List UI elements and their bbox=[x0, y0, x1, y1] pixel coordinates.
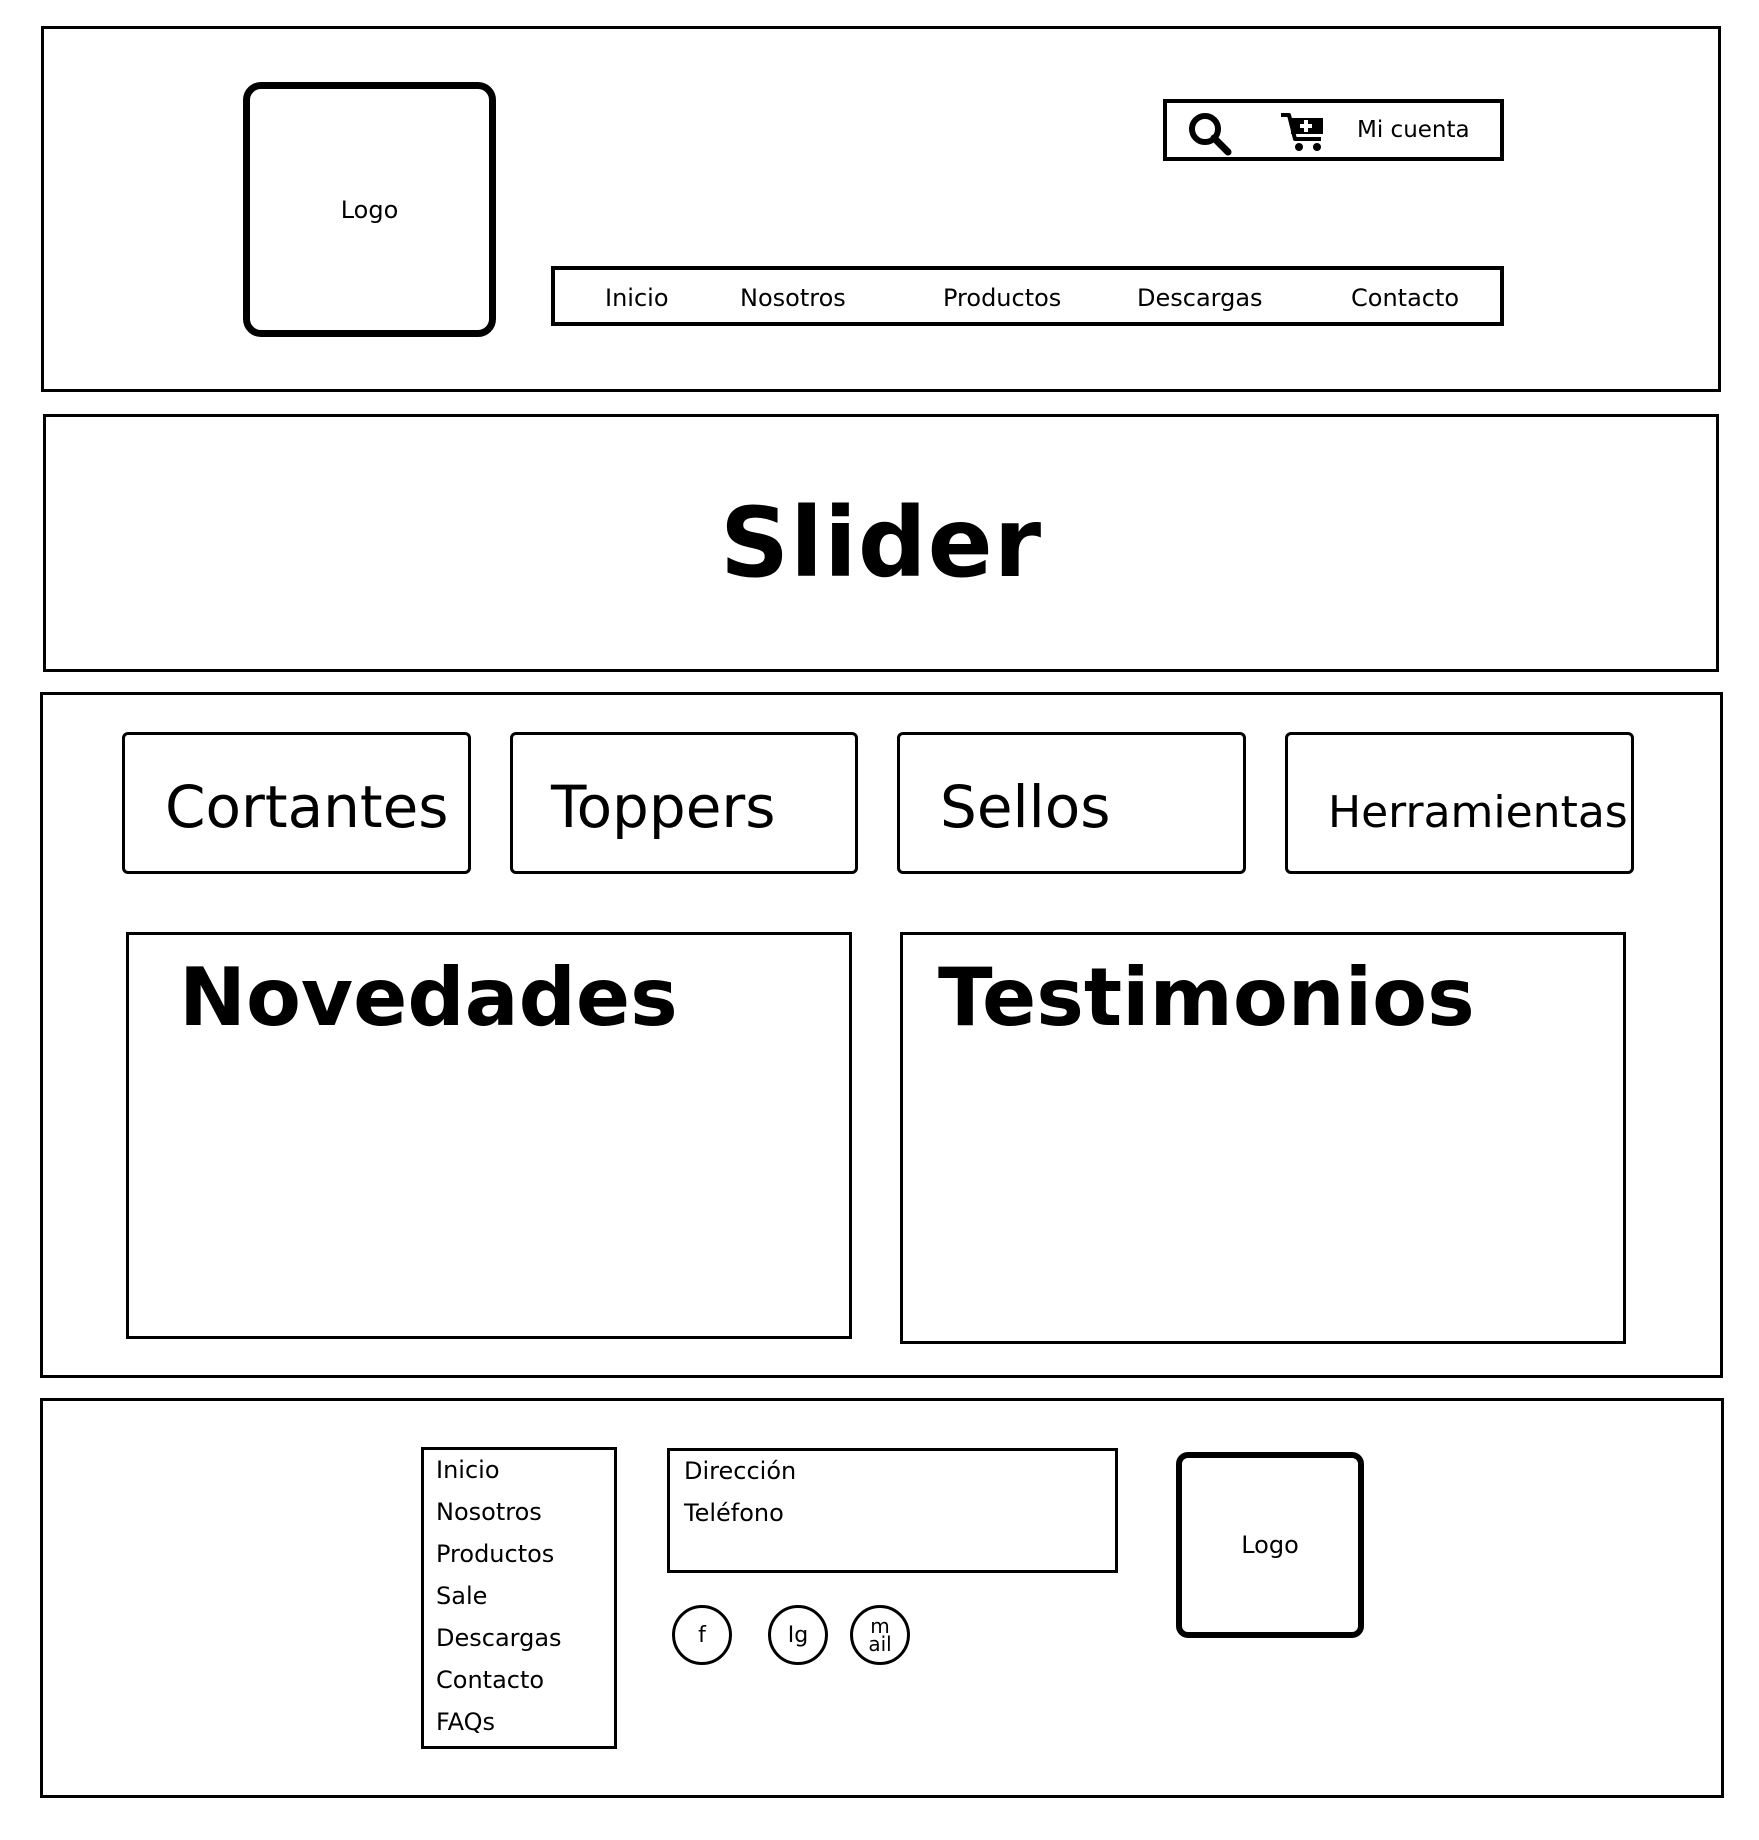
category-button-toppers[interactable]: Toppers bbox=[510, 732, 858, 874]
nav-item-nosotros[interactable]: Nosotros bbox=[740, 284, 846, 312]
facebook-icon-label: f bbox=[698, 1622, 706, 1648]
account-link[interactable]: Mi cuenta bbox=[1357, 117, 1470, 143]
testimonios-panel: Testimonios bbox=[900, 932, 1626, 1344]
slider-label: Slider bbox=[719, 487, 1043, 599]
category-button-herramientas[interactable]: Herramientas bbox=[1285, 732, 1634, 874]
footer-logo[interactable]: Logo bbox=[1176, 1452, 1364, 1638]
footer-link-faqs[interactable]: FAQs bbox=[436, 1708, 495, 1736]
category-button-cortantes[interactable]: Cortantes bbox=[122, 732, 471, 874]
footer-contact-info: Dirección Teléfono bbox=[667, 1448, 1118, 1573]
address-label: Dirección bbox=[684, 1457, 797, 1485]
mail-icon[interactable]: m ail bbox=[850, 1605, 910, 1665]
footer-link-nosotros[interactable]: Nosotros bbox=[436, 1498, 542, 1526]
footer-link-descargas[interactable]: Descargas bbox=[436, 1624, 562, 1652]
category-label: Toppers bbox=[551, 773, 776, 841]
nav-item-descargas[interactable]: Descargas bbox=[1137, 284, 1263, 312]
novedades-title: Novedades bbox=[179, 951, 678, 1044]
search-icon[interactable] bbox=[1185, 109, 1233, 157]
header-logo-label: Logo bbox=[340, 195, 399, 224]
main-nav: Inicio Nosotros Productos Descargas Cont… bbox=[551, 266, 1504, 326]
cart-add-icon[interactable] bbox=[1279, 109, 1329, 153]
category-button-sellos[interactable]: Sellos bbox=[897, 732, 1246, 874]
footer-links: Inicio Nosotros Productos Sale Descargas… bbox=[421, 1447, 617, 1749]
footer-link-sale[interactable]: Sale bbox=[436, 1582, 487, 1610]
hero-slider[interactable]: Slider bbox=[43, 414, 1719, 672]
instagram-icon[interactable]: Ig bbox=[768, 1605, 828, 1665]
phone-label: Teléfono bbox=[684, 1499, 784, 1527]
instagram-icon-label: Ig bbox=[787, 1622, 809, 1648]
footer-link-inicio[interactable]: Inicio bbox=[436, 1456, 500, 1484]
mail-icon-label-bottom: ail bbox=[868, 1632, 892, 1656]
category-label: Cortantes bbox=[165, 773, 449, 841]
nav-item-contacto[interactable]: Contacto bbox=[1351, 284, 1459, 312]
header-logo[interactable]: Logo bbox=[243, 82, 496, 337]
facebook-icon[interactable]: f bbox=[672, 1605, 732, 1665]
category-label: Sellos bbox=[940, 773, 1111, 841]
footer-link-productos[interactable]: Productos bbox=[436, 1540, 554, 1568]
footer-logo-label: Logo bbox=[1241, 1531, 1299, 1559]
category-label: Herramientas bbox=[1328, 787, 1628, 838]
novedades-panel: Novedades bbox=[126, 932, 852, 1339]
testimonios-title: Testimonios bbox=[938, 951, 1475, 1044]
utility-bar: Mi cuenta bbox=[1163, 99, 1504, 161]
nav-item-inicio[interactable]: Inicio bbox=[605, 284, 669, 312]
nav-item-productos[interactable]: Productos bbox=[943, 284, 1061, 312]
footer-link-contacto[interactable]: Contacto bbox=[436, 1666, 544, 1694]
